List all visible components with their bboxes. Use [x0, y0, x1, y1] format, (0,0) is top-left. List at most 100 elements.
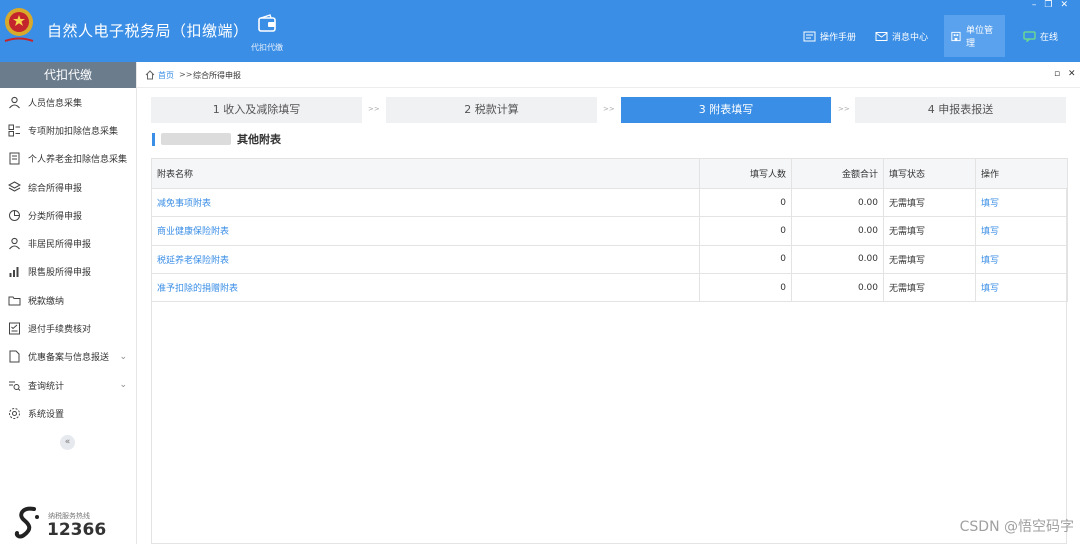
attachment-name-link-cell: 税延养老保险附表	[151, 244, 700, 274]
sidebar-item-10[interactable]: 查询统计 ⌄	[0, 371, 136, 399]
fill-action-link-cell: 填写	[975, 187, 1068, 218]
fill-count: 0	[780, 225, 786, 236]
fill-status: 无需填写	[889, 284, 926, 295]
menu-online[interactable]: 在线	[1023, 15, 1058, 57]
file-icon	[8, 350, 21, 363]
fill-status-cell: 无需填写	[883, 216, 976, 246]
manual-icon	[803, 31, 816, 41]
fill-action-link-cell: 填写	[975, 272, 1068, 303]
sidebar-item-9[interactable]: 优惠备案与信息报送 ⌄	[0, 343, 136, 371]
sidebar-item-1[interactable]: 专项附加扣除信息采集	[0, 116, 136, 144]
attachment-name-link[interactable]: 减免事项附表	[157, 199, 211, 209]
fill-action-link[interactable]: 填写	[981, 284, 999, 294]
col-header-name: 附表名称	[151, 158, 700, 189]
sidebar-item-8[interactable]: 退付手续费核对	[0, 314, 136, 342]
fill-status: 无需填写	[889, 227, 926, 238]
fill-count-cell: 0	[699, 187, 792, 218]
minimize-icon[interactable]: –	[1032, 0, 1037, 12]
amount-total-cell: 0.00	[791, 187, 884, 218]
chevron-down-icon[interactable]: ⌄	[119, 352, 127, 362]
sidebar-item-4[interactable]: 分类所得申报	[0, 201, 136, 229]
attachment-name-link[interactable]: 税延养老保险附表	[157, 256, 229, 266]
amount-total: 0.00	[857, 282, 878, 293]
attachment-table: 附表名称 填写人数 金额合计 填写状态 操作 减免事项附表 0 0.00 无需填写 填写…	[151, 158, 1068, 303]
table-row: 准予扣除的捐赠附表 0 0.00 无需填写 填写	[151, 272, 1068, 303]
module-withholding[interactable]: 代扣代缴	[244, 14, 290, 53]
menu-unit-label: 单位管理	[965, 26, 993, 49]
pane-maximize-icon[interactable]: ▫	[1054, 69, 1060, 79]
gear-icon	[8, 407, 21, 420]
attachment-name-link-cell: 减免事项附表	[151, 187, 700, 218]
fill-action-link-cell: 填写	[975, 244, 1068, 274]
sidebar-item-label: 人员信息采集	[28, 98, 83, 109]
step-tax-calculation[interactable]: 2 税款计算	[386, 97, 597, 123]
menu-manual[interactable]: 操作手册	[803, 15, 856, 57]
hotline-logo-icon	[14, 506, 39, 539]
fill-action-link[interactable]: 填写	[981, 227, 999, 237]
person-icon	[8, 237, 21, 250]
sidebar-item-label: 退付手续费核对	[28, 325, 92, 336]
sidebar-item-0[interactable]: 人员信息采集	[0, 88, 136, 116]
table-row: 商业健康保险附表 0 0.00 无需填写 填写	[151, 216, 1068, 246]
step-arrow: >>	[603, 105, 615, 113]
sidebar-item-2[interactable]: 个人养老金扣除信息采集	[0, 145, 136, 173]
fill-count: 0	[780, 197, 786, 208]
sidebar-collapse-button[interactable]: «	[60, 435, 75, 450]
step-arrow: >>	[368, 105, 380, 113]
sidebar-item-label: 限售股所得申报	[28, 268, 92, 279]
sidebar-item-label: 分类所得申报	[28, 211, 83, 222]
hotline-number: 12366	[47, 520, 107, 540]
col-header-count: 填写人数	[699, 158, 792, 189]
sidebar-item-5[interactable]: 非居民所得申报	[0, 229, 136, 257]
home-icon	[145, 70, 155, 80]
breadcrumb: 首页 >> 综合所得申报 ▫ ✕	[137, 62, 1080, 88]
restore-icon[interactable]: ❐	[1044, 0, 1052, 12]
national-emblem-icon	[4, 8, 34, 42]
attachment-name-link-cell: 准予扣除的捐赠附表	[151, 272, 700, 303]
step-submit-report[interactable]: 4 申报表报送	[855, 97, 1066, 123]
pane-close-icon[interactable]: ✕	[1068, 69, 1076, 79]
amount-total: 0.00	[857, 225, 878, 236]
attachment-name-link[interactable]: 准予扣除的捐赠附表	[157, 284, 238, 294]
watermark: CSDN @悟空码字	[959, 519, 1074, 535]
col-header-amount: 金额合计	[791, 158, 884, 189]
table-row: 税延养老保险附表 0 0.00 无需填写 填写	[151, 244, 1068, 274]
fill-count-cell: 0	[699, 272, 792, 303]
sidebar-item-11[interactable]: 系统设置	[0, 399, 136, 427]
search-list-icon	[8, 379, 21, 392]
chevron-down-icon[interactable]: ⌄	[119, 380, 127, 390]
table-header-row: 附表名称 填写人数 金额合计 填写状态 操作	[151, 158, 1068, 189]
fill-action-link[interactable]: 填写	[981, 256, 999, 266]
section-accent-bar	[152, 132, 155, 146]
menu-online-label: 在线	[1040, 32, 1059, 43]
menu-messages[interactable]: 消息中心	[875, 15, 928, 57]
fill-status: 无需填写	[889, 199, 926, 210]
redacted-text	[161, 133, 231, 145]
menu-unit-management[interactable]: 单位管理	[944, 15, 1005, 57]
pie-icon	[8, 209, 21, 222]
sidebar-item-7[interactable]: 税款缴纳	[0, 286, 136, 314]
sidebar-title: 代扣代缴	[0, 62, 136, 88]
document-icon	[8, 152, 21, 165]
sidebar-item-6[interactable]: 限售股所得申报	[0, 258, 136, 286]
fill-action-link[interactable]: 填写	[981, 199, 999, 209]
breadcrumb-current: 综合所得申报	[193, 71, 241, 80]
fill-status: 无需填写	[889, 255, 926, 266]
sidebar-item-label: 税款缴纳	[28, 296, 65, 307]
grid-icon	[8, 124, 21, 137]
close-icon[interactable]: ✕	[1060, 0, 1068, 12]
sidebar-item-3[interactable]: 综合所得申报	[0, 173, 136, 201]
attachment-name-link[interactable]: 商业健康保险附表	[157, 227, 229, 237]
fill-status-cell: 无需填写	[883, 272, 976, 303]
breadcrumb-home-link[interactable]: 首页	[158, 70, 174, 81]
top-header: 自然人电子税务局（扣缴端） 代扣代缴 – ❐ ✕ 操作手册 消息中心 单位管理 …	[0, 0, 1080, 62]
person-icon	[8, 96, 21, 109]
step-attachment-fill[interactable]: 3 附表填写	[621, 97, 831, 123]
breadcrumb-separator: >>	[179, 70, 193, 79]
step-income-deduction[interactable]: 1 收入及减除填写	[151, 97, 362, 123]
amount-total-cell: 0.00	[791, 216, 884, 246]
fill-count: 0	[780, 254, 786, 265]
sidebar: 代扣代缴 人员信息采集专项附加扣除信息采集 个人养老金扣除信息采集 综合所得申报分类…	[0, 62, 137, 544]
section-title: 其他附表	[152, 131, 281, 147]
fill-action-link-cell: 填写	[975, 216, 1068, 246]
